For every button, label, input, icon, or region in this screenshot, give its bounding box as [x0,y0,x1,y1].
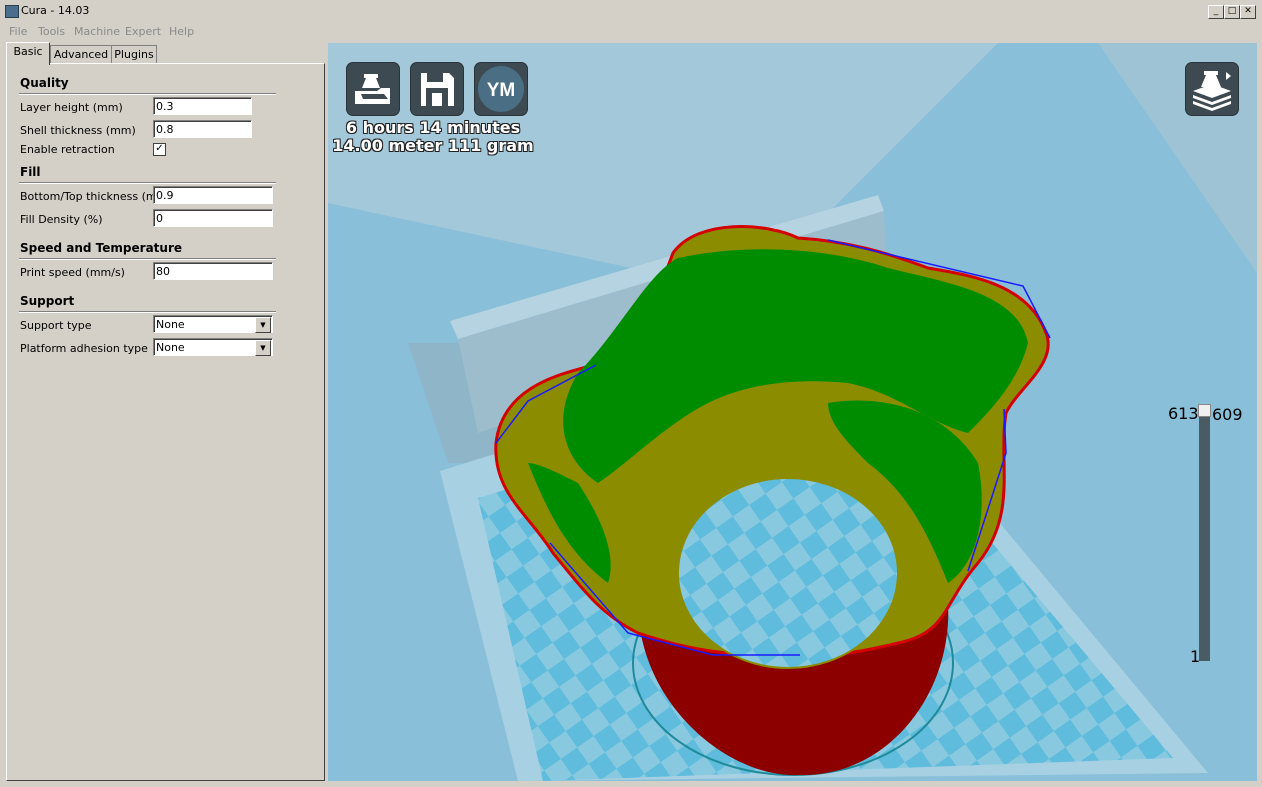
support-type-value: None [156,318,185,331]
print-material-text: 14.00 meter 111 gram [332,136,534,155]
menu-file[interactable]: File [9,25,27,38]
section-speed: Speed and Temperature [20,241,182,255]
tab-advanced[interactable]: Advanced [50,45,112,64]
layer-height-label: Layer height (mm) [20,101,123,114]
youmagine-button[interactable]: YM [475,63,527,115]
chevron-down-icon[interactable]: ▼ [255,340,271,356]
tab-basic[interactable]: Basic [6,42,50,65]
layer-height-input[interactable]: 0.3 [153,97,252,115]
print-time-text: 6 hours 14 minutes [345,118,521,137]
maximize-button[interactable]: □ [1224,5,1240,19]
fill-density-label: Fill Density (%) [20,213,103,226]
adhesion-type-select[interactable]: None ▼ [153,338,273,356]
youmagine-icon: YM [478,66,524,112]
menu-expert[interactable]: Expert [125,25,161,38]
fill-density-input[interactable]: 0 [153,209,273,227]
menu-bar: File Tools Machine Expert Help [0,22,1262,42]
divider [19,182,276,184]
enable-retraction-label: Enable retraction [20,143,115,156]
close-button[interactable]: ✕ [1240,5,1256,19]
title-bar: Cura - 14.03 _ □ ✕ [0,0,1262,22]
load-model-button[interactable] [347,63,399,115]
print-speed-label: Print speed (mm/s) [20,266,125,279]
adhesion-type-value: None [156,341,185,354]
view-mode-icon [1193,71,1231,111]
menu-tools[interactable]: Tools [38,25,65,38]
basic-settings: Quality Layer height (mm) 0.3 Shell thic… [6,63,325,781]
view-mode-button[interactable] [1186,63,1238,115]
section-support: Support [20,294,75,308]
tab-strip: Basic Advanced Plugins [6,42,325,65]
adhesion-type-label: Platform adhesion type [20,342,148,355]
support-type-select[interactable]: None ▼ [153,315,273,333]
shell-thickness-label: Shell thickness (mm) [20,124,136,137]
section-quality: Quality [20,76,69,90]
enable-retraction-checkbox[interactable]: ✓ [153,143,166,156]
divider [19,93,276,95]
divider [19,311,276,313]
tab-plugins[interactable]: Plugins [111,45,157,64]
3d-viewport[interactable]: YM 6 hours 14 minutes 14.00 meter 111 gr… [328,43,1257,781]
chevron-down-icon[interactable]: ▼ [255,317,271,333]
settings-panel: Basic Advanced Plugins Quality Layer hei… [6,42,325,781]
bottom-top-thickness-input[interactable]: 0.9 [153,186,273,204]
layer-max-label: 613 [1168,404,1199,423]
divider [19,258,276,260]
layer-min-label: 1 [1190,647,1201,666]
print-speed-input[interactable]: 80 [153,262,273,280]
section-fill: Fill [20,165,41,179]
shell-thickness-input[interactable]: 0.8 [153,120,252,138]
menu-help[interactable]: Help [169,25,194,38]
bottom-top-thickness-label: Bottom/Top thickness (mm) [20,190,172,203]
layer-current-label: 609 [1212,405,1243,424]
load-model-icon [355,74,390,104]
save-gcode-button[interactable] [411,63,463,115]
save-gcode-icon [421,73,454,106]
menu-machine[interactable]: Machine [74,25,120,38]
support-type-label: Support type [20,319,92,332]
minimize-button[interactable]: _ [1208,5,1224,19]
window-title: Cura - 14.03 [21,4,90,17]
layer-slider-thumb[interactable] [1198,404,1211,417]
app-icon [5,5,19,18]
layer-slider-track[interactable] [1199,411,1210,661]
youmagine-label: YM [487,80,516,101]
